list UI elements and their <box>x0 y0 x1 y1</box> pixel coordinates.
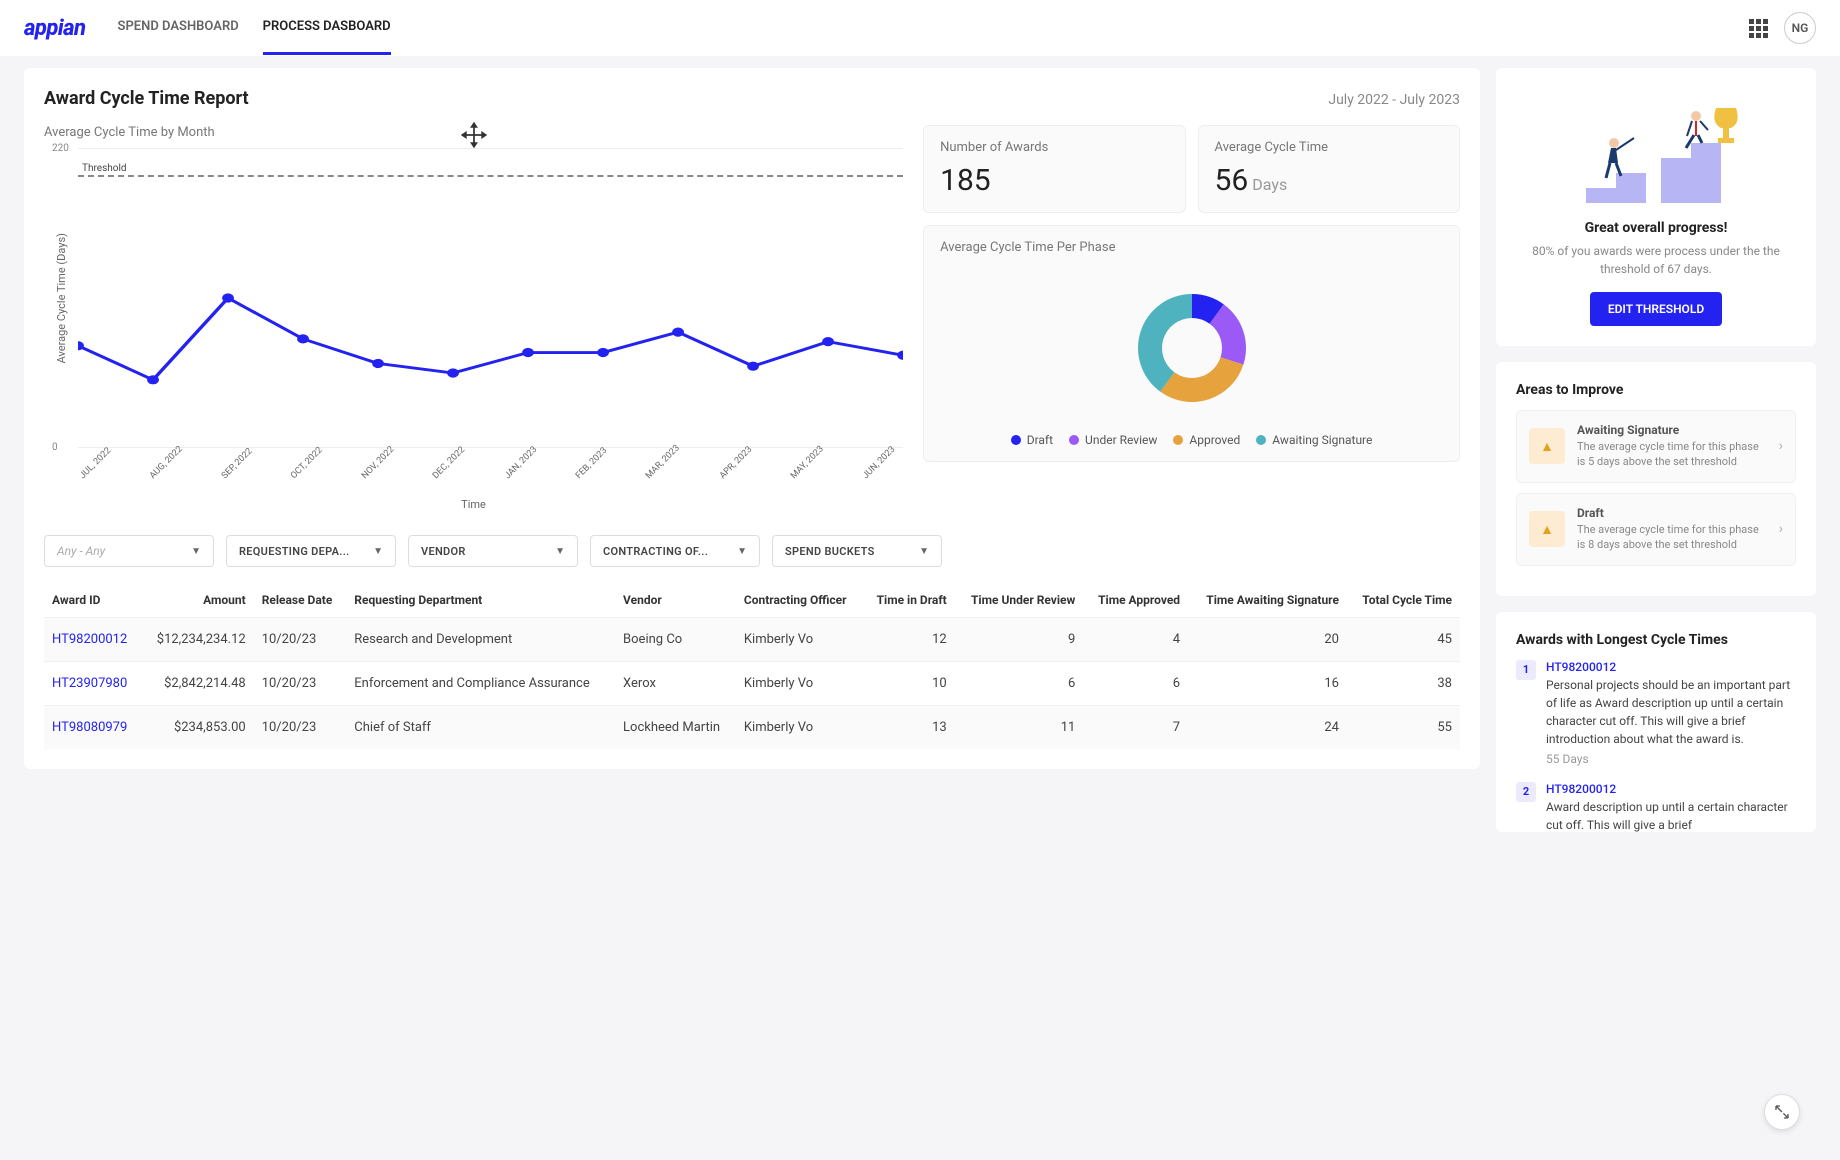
x-category: JUL, 2022 <box>78 446 113 481</box>
col-amount[interactable]: Amount <box>142 583 254 618</box>
improve-item[interactable]: ▲Awaiting SignatureThe average cycle tim… <box>1516 410 1796 483</box>
report-card: Award Cycle Time Report July 2022 - July… <box>24 68 1480 769</box>
filter-date-range[interactable]: Any - Any▼ <box>44 535 214 567</box>
progress-subtitle: 80% of you awards were process under the… <box>1516 242 1796 278</box>
improve-item[interactable]: ▲DraftThe average cycle time for this ph… <box>1516 493 1796 566</box>
col-release-date[interactable]: Release Date <box>254 583 347 618</box>
x-category: JUN, 2023 <box>861 445 897 481</box>
chevron-down-icon: ▼ <box>555 546 565 557</box>
tab-spend-dashboard[interactable]: SPEND DASHBOARD <box>118 1 239 55</box>
x-category: FEB, 2023 <box>574 446 609 481</box>
col-award-id[interactable]: Award ID <box>44 583 142 618</box>
chevron-down-icon: ▼ <box>737 546 747 557</box>
page-title: Award Cycle Time Report <box>44 88 249 109</box>
x-category: DEC, 2022 <box>431 445 467 481</box>
edit-threshold-button[interactable]: EDIT THRESHOLD <box>1590 292 1722 326</box>
y-axis-label: Average Cycle Time (Days) <box>55 233 68 363</box>
col-officer[interactable]: Contracting Officer <box>736 583 863 618</box>
filter-vendor[interactable]: VENDOR▼ <box>408 535 578 567</box>
donut-legend: Draft Under Review Approved Awaiting Sig… <box>940 433 1443 447</box>
col-total[interactable]: Total Cycle Time <box>1347 583 1460 618</box>
col-draft[interactable]: Time in Draft <box>863 583 955 618</box>
help-fab-button[interactable] <box>1764 1094 1800 1130</box>
x-category: OCT, 2022 <box>289 445 325 481</box>
improve-title: Areas to Improve <box>1516 382 1796 398</box>
x-category: MAY, 2023 <box>789 444 826 481</box>
x-category: JAN, 2023 <box>503 445 539 481</box>
longest-item: 2HT98200012Award description up until a … <box>1516 782 1796 832</box>
chevron-right-icon: › <box>1779 438 1783 454</box>
chevron-down-icon: ▼ <box>919 546 929 557</box>
avg-cycle-time-chart: Average Cycle Time by Month Average Cycl… <box>44 125 903 511</box>
kpi-average-cycle-time: Average Cycle Time 56Days <box>1198 125 1460 213</box>
longest-title: Awards with Longest Cycle Times <box>1516 632 1796 648</box>
filter-bar: Any - Any▼ REQUESTING DEPA...▼ VENDOR▼ C… <box>44 535 1460 567</box>
rank-badge: 1 <box>1516 660 1536 680</box>
chevron-down-icon: ▼ <box>191 546 201 557</box>
tab-process-dashboard[interactable]: PROCESS DASBOARD <box>263 1 391 55</box>
longest-cycle-card: Awards with Longest Cycle Times 1 HT98200… <box>1496 612 1816 832</box>
col-dept[interactable]: Requesting Department <box>346 583 615 618</box>
rank-badge: 2 <box>1516 782 1536 802</box>
donut-title: Average Cycle Time Per Phase <box>940 240 1443 255</box>
warning-icon: ▲ <box>1529 428 1565 464</box>
col-approved[interactable]: Time Approved <box>1083 583 1188 618</box>
table-row[interactable]: HT23907980$2,842,214.4810/20/23Enforceme… <box>44 662 1460 706</box>
nav-tabs: SPEND DASHBOARD PROCESS DASBOARD <box>118 1 391 55</box>
donut-chart-block: Average Cycle Time Per Phase Draft Under… <box>923 225 1460 462</box>
progress-title: Great overall progress! <box>1516 220 1796 236</box>
col-review[interactable]: Time Under Review <box>955 583 1084 618</box>
x-category: MAR, 2023 <box>644 443 682 481</box>
areas-to-improve-card: Areas to Improve ▲Awaiting SignatureThe … <box>1496 362 1816 596</box>
award-id-link[interactable]: HT98080979 <box>52 720 127 735</box>
x-category: APR, 2023 <box>718 445 754 481</box>
x-category: NOV, 2022 <box>360 445 396 481</box>
warning-icon: ▲ <box>1529 511 1565 547</box>
x-axis-label: Time <box>44 498 903 511</box>
top-bar: appian SPEND DASHBOARD PROCESS DASBOARD … <box>0 0 1840 56</box>
user-avatar[interactable]: NG <box>1784 12 1816 44</box>
col-awaiting[interactable]: Time Awaiting Signature <box>1188 583 1347 618</box>
col-vendor[interactable]: Vendor <box>615 583 736 618</box>
chevron-down-icon: ▼ <box>373 546 383 557</box>
filter-spend-buckets[interactable]: SPEND BUCKETS▼ <box>772 535 942 567</box>
award-id-link[interactable]: HT98200012 <box>52 632 127 647</box>
awards-table: Award ID Amount Release Date Requesting … <box>44 583 1460 749</box>
table-row[interactable]: HT98200012$12,234,234.1210/20/23Research… <box>44 618 1460 662</box>
brand-logo: appian <box>24 16 86 41</box>
filter-requesting-department[interactable]: REQUESTING DEPA...▼ <box>226 535 396 567</box>
filter-contracting-officer[interactable]: CONTRACTING OF...▼ <box>590 535 760 567</box>
table-row[interactable]: HT98080979$234,853.0010/20/23Chief of St… <box>44 706 1460 750</box>
longest-item: 1HT98200012Personal projects should be a… <box>1516 660 1796 766</box>
award-id-link[interactable]: HT23907980 <box>52 676 127 691</box>
award-id-link[interactable]: HT98200012 <box>1546 782 1796 796</box>
chevron-right-icon: › <box>1779 521 1783 537</box>
award-id-link[interactable]: HT98200012 <box>1546 660 1796 674</box>
progress-card: Great overall progress! 80% of you award… <box>1496 68 1816 346</box>
progress-illustration <box>1516 88 1796 208</box>
x-category: AUG, 2022 <box>148 444 185 481</box>
date-range: July 2022 - July 2023 <box>1328 92 1460 108</box>
apps-grid-icon[interactable] <box>1749 19 1768 38</box>
x-category: SEP, 2022 <box>220 446 255 481</box>
kpi-number-of-awards: Number of Awards 185 <box>923 125 1185 213</box>
